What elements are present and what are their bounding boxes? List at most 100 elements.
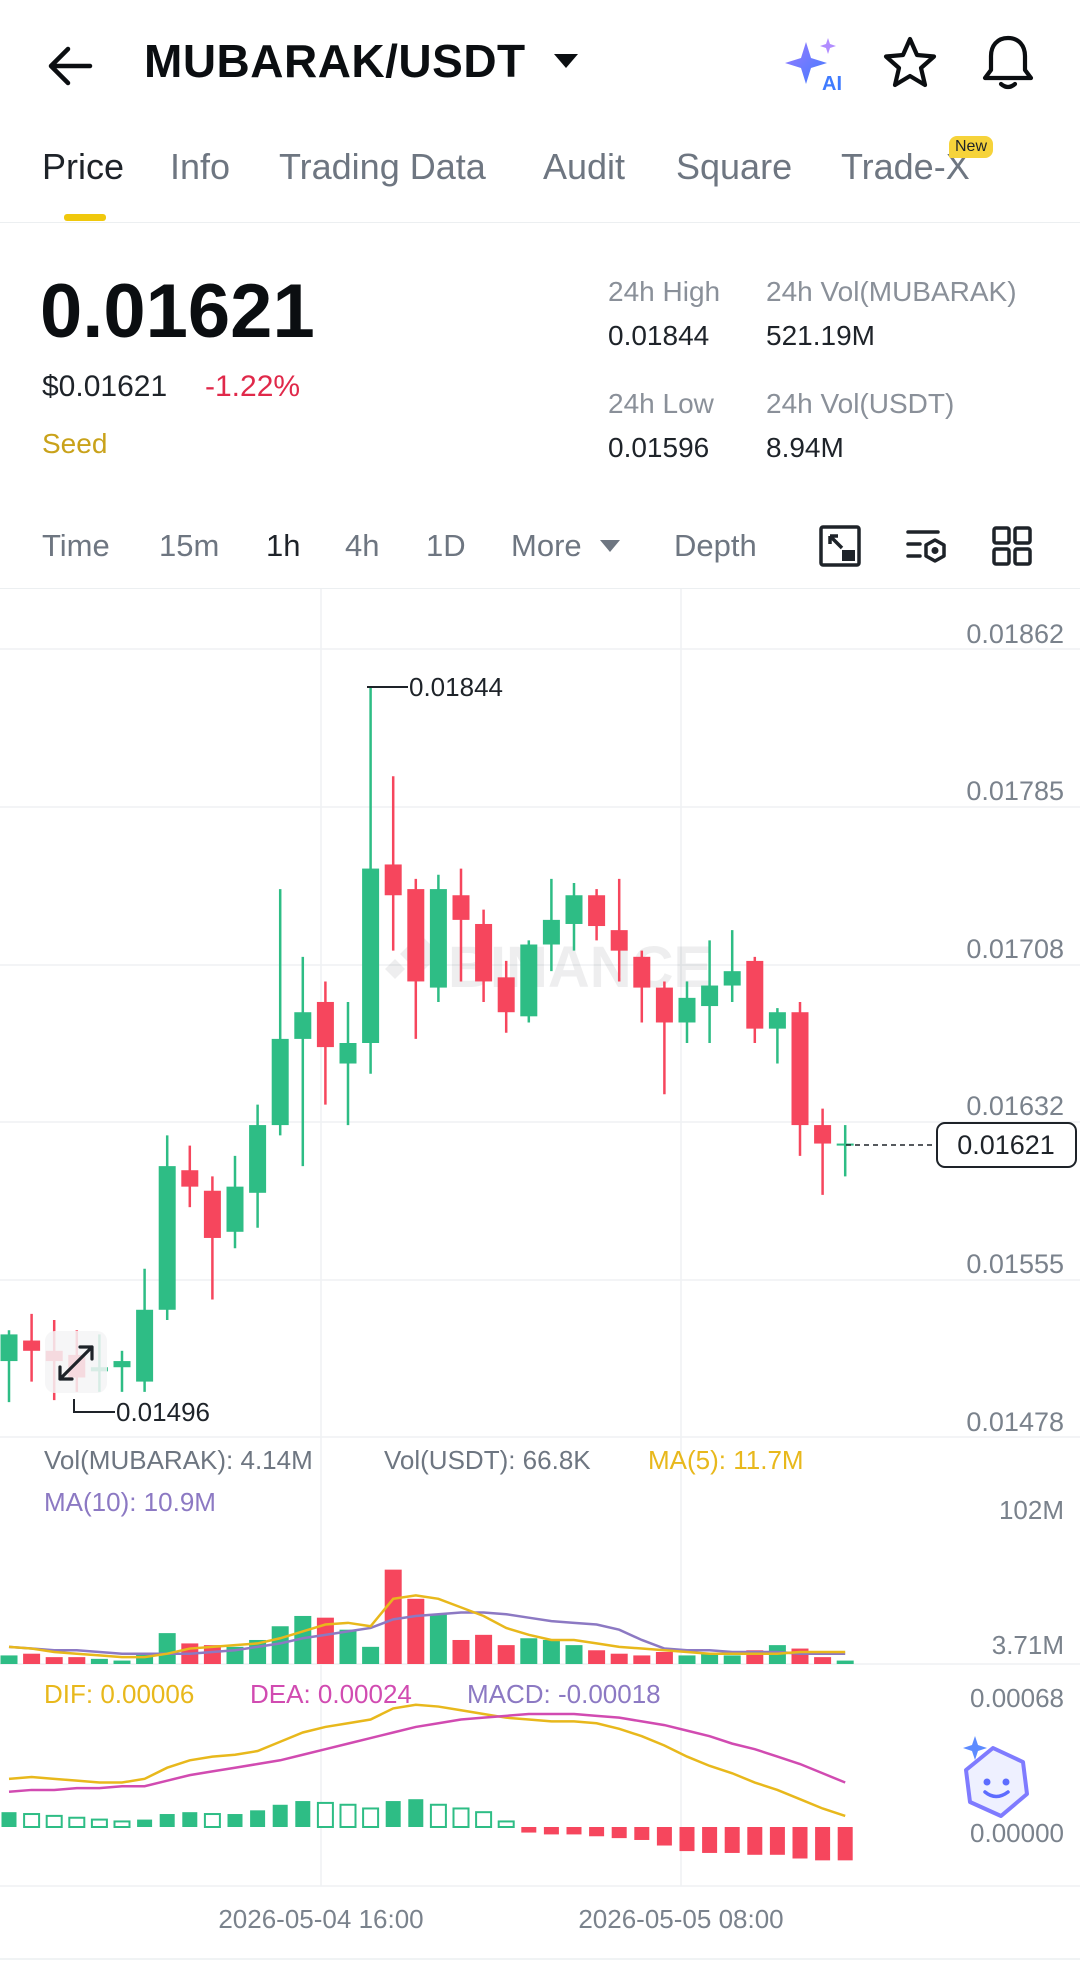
bell-icon[interactable] (978, 32, 1038, 94)
volume-bar (836, 1660, 854, 1664)
candle-body (203, 1190, 221, 1238)
interval-time[interactable]: Time (42, 528, 110, 564)
candle-body (768, 1012, 786, 1029)
macd-histogram-bar (792, 1827, 808, 1859)
candle-body (565, 895, 583, 924)
ai-sparkle-icon[interactable]: AI (782, 34, 844, 95)
macd-histogram-bar (113, 1820, 131, 1828)
high-label: 24h High (608, 276, 721, 307)
tab-price[interactable]: Price (42, 146, 124, 188)
time-axis-label: 2026-05-04 16:00 (218, 1904, 423, 1934)
macd-histogram-bar (272, 1804, 288, 1827)
volume-axis-label: 3.71M (992, 1630, 1064, 1660)
candle-body (520, 944, 538, 1017)
candle-body (113, 1361, 131, 1368)
candle (588, 889, 606, 941)
candle (362, 685, 380, 1074)
macd-histogram-bar (566, 1827, 582, 1835)
candle (0, 1330, 18, 1403)
volume-bar (610, 1653, 628, 1664)
candle-body (452, 895, 470, 920)
divider (0, 222, 1080, 223)
candle (136, 1268, 154, 1392)
candle-body (384, 864, 402, 896)
zoom-control[interactable] (45, 1331, 107, 1393)
macd-histogram-bar (589, 1827, 605, 1837)
new-badge: New (949, 136, 994, 158)
price-axis-label: 0.01478 (966, 1407, 1064, 1437)
trading-pair-title[interactable]: MUBARAK/USDT (144, 34, 526, 88)
macd-histogram-bar (497, 1820, 515, 1828)
volume-bar (542, 1639, 560, 1664)
candle-body (249, 1125, 267, 1193)
seed-tag[interactable]: Seed (42, 428, 107, 460)
volume-bar (23, 1653, 41, 1664)
candle (339, 1001, 357, 1126)
depth-tab[interactable]: Depth (674, 528, 757, 564)
macd-histogram-bar (634, 1827, 650, 1840)
high-marker: 0.01844 (409, 672, 503, 702)
current-price-label: 0.01621 (957, 1130, 1055, 1160)
macd-histogram-bar (408, 1799, 424, 1827)
candle-body (836, 1143, 854, 1146)
candle (723, 930, 741, 1002)
macd-histogram-bar (68, 1816, 86, 1829)
grid-layout-icon[interactable] (990, 524, 1034, 568)
price-change-percent: -1.22% (205, 370, 301, 403)
macd-histogram-bar (339, 1803, 357, 1828)
volume-bar (429, 1614, 447, 1664)
price-axis-label: 0.01632 (966, 1091, 1064, 1121)
vol-quote-value: 8.94M (766, 432, 844, 463)
back-arrow-icon[interactable] (40, 36, 100, 96)
indicator-settings-icon[interactable] (904, 524, 948, 568)
interval-15m[interactable]: 15m (159, 528, 219, 564)
interval-more[interactable]: More (511, 528, 582, 564)
tab-trading-data[interactable]: Trading Data (279, 146, 486, 188)
interval-1h[interactable]: 1h (266, 528, 300, 564)
dif-legend: DIF: 0.00006 (44, 1679, 194, 1709)
candle-body (678, 997, 696, 1023)
volume-bar (497, 1645, 515, 1664)
candle (836, 1125, 854, 1177)
candle-body (226, 1186, 244, 1232)
tab-audit[interactable]: Audit (543, 146, 625, 188)
star-icon[interactable] (880, 34, 940, 92)
volume-bar (407, 1598, 425, 1664)
tab-info[interactable]: Info (170, 146, 230, 188)
top-bar: MUBARAK/USDT AI (0, 0, 1080, 125)
volume-bar (678, 1655, 696, 1664)
candle-body (339, 1043, 357, 1064)
macd-histogram-bar (250, 1810, 266, 1827)
candle (407, 878, 425, 1039)
interval-4h[interactable]: 4h (345, 528, 379, 564)
macd-histogram-bar (837, 1827, 853, 1861)
candle (294, 956, 312, 1167)
candle-body (814, 1125, 832, 1144)
macd-histogram-bar (815, 1827, 831, 1861)
volume-bar (362, 1646, 380, 1664)
low-marker: 0.01496 (116, 1397, 210, 1427)
last-price: 0.01621 (40, 269, 315, 354)
macd-histogram-bar (521, 1827, 537, 1833)
candle-body (316, 1001, 334, 1048)
tab-square[interactable]: Square (676, 146, 792, 188)
candle-body (136, 1309, 154, 1382)
more-caret-icon[interactable] (600, 540, 620, 552)
macd-histogram-bar (316, 1801, 334, 1828)
ma5-legend: MA(5): 11.7M (648, 1445, 804, 1475)
ai-assistant-icon[interactable] (963, 1736, 1029, 1818)
low-value: 0.01596 (608, 432, 710, 463)
macd-histogram-bar (90, 1818, 108, 1829)
macd-histogram-bar (295, 1801, 311, 1827)
volume-bar (588, 1650, 606, 1664)
macd-histogram-bar (429, 1803, 447, 1828)
interval-1d[interactable]: 1D (426, 528, 466, 564)
chart-expand-icon[interactable] (818, 524, 862, 568)
chevron-down-icon[interactable] (554, 54, 578, 68)
candle-body (362, 868, 380, 1043)
volume-bar (113, 1660, 131, 1664)
candle-body (158, 1166, 176, 1310)
candlestick-chart[interactable]: BINANCE 0.01862 0.01785 0.01708 0.01632 … (0, 589, 1080, 1967)
candle-body (791, 1012, 809, 1126)
volume-bar (723, 1655, 741, 1664)
